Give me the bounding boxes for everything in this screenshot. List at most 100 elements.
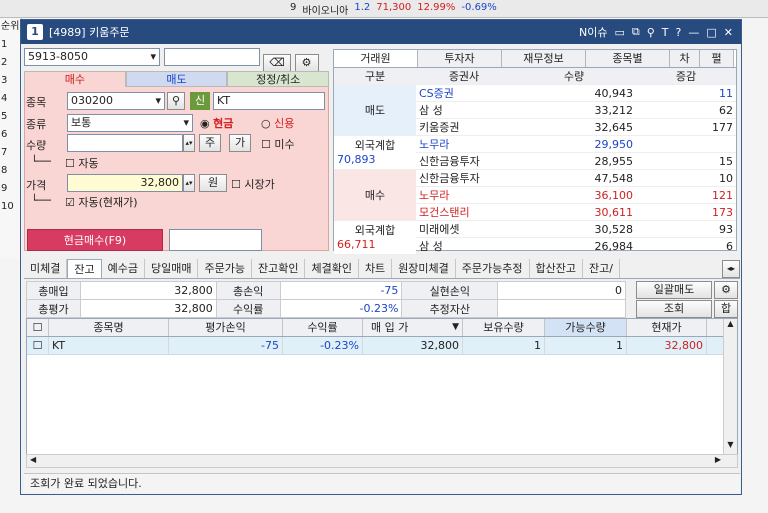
tab-fill-check[interactable]: 체결확인 bbox=[305, 259, 359, 278]
side-label: 7 bbox=[1, 147, 8, 158]
bulk-sell-button[interactable]: 일괄매도 bbox=[636, 281, 712, 299]
expand-button[interactable]: 펼 bbox=[700, 50, 734, 67]
col-holding[interactable]: 보유수량 bbox=[463, 319, 545, 336]
unfilled-checkbox[interactable]: ☐ 미수 bbox=[261, 136, 295, 152]
auto-qty-label: 자동 bbox=[78, 157, 99, 170]
query-button[interactable]: 조회 bbox=[636, 300, 712, 318]
help-icon[interactable]: ? bbox=[676, 26, 682, 39]
credit-radio[interactable]: ○ 신용 bbox=[261, 115, 294, 131]
tab-scroll-button[interactable]: ◂▸ bbox=[722, 260, 740, 278]
text-icon[interactable]: T bbox=[662, 26, 669, 39]
tab-chart[interactable]: 차트 bbox=[359, 259, 393, 278]
qty-price-button[interactable]: 가 bbox=[229, 134, 251, 152]
settings-button-2[interactable]: ⚙ bbox=[714, 281, 738, 299]
price-input[interactable]: 32,800 bbox=[67, 174, 183, 192]
pnl-value: -75 bbox=[279, 281, 403, 300]
gear-icon: ⚙ bbox=[301, 56, 312, 69]
order-tabs: 매수 매도 정정/취소 bbox=[24, 71, 330, 87]
tab-balance-check[interactable]: 잔고확인 bbox=[252, 259, 306, 278]
eraser-button[interactable]: ⌫ bbox=[263, 54, 291, 72]
qty-input[interactable] bbox=[67, 134, 183, 152]
col-current-price[interactable]: 현재가 bbox=[627, 319, 707, 336]
sum-button[interactable]: 합 bbox=[714, 300, 738, 318]
col-eval-pnl[interactable]: 평가손익 bbox=[169, 319, 283, 336]
row-rate: 12.99% bbox=[417, 2, 456, 13]
broker-change: 93 bbox=[636, 220, 736, 238]
balance-summary: 총매입 32,800 총손익 -75 실현손익 0 총평가 32,800 수익률… bbox=[26, 281, 738, 318]
account-number: 5913-8050 bbox=[28, 50, 88, 63]
tab-combined-balance[interactable]: 합산잔고 bbox=[530, 259, 584, 278]
price-stepper[interactable]: ▴▾ bbox=[183, 174, 195, 192]
tab-deposit[interactable]: 예수금 bbox=[102, 259, 145, 278]
stock-code-input[interactable]: 030200 ▾ bbox=[67, 92, 165, 110]
tab-balance-more[interactable]: 잔고/ bbox=[583, 259, 620, 278]
issue-button[interactable]: N이슈 bbox=[579, 24, 607, 40]
cash-buy-button[interactable]: 현금매수(F9) bbox=[27, 229, 163, 251]
tab-buy[interactable]: 매수 bbox=[24, 71, 126, 87]
select-all-checkbox[interactable]: ☐ bbox=[27, 319, 49, 336]
broker-name: 삼 성 bbox=[416, 101, 512, 119]
tab-sell[interactable]: 매도 bbox=[125, 71, 228, 87]
link-icon[interactable]: ⧉ bbox=[632, 25, 640, 39]
close-icon[interactable]: ✕ bbox=[724, 26, 733, 39]
broker-name: 신한금융투자 bbox=[416, 169, 512, 187]
col-return[interactable]: 수익률 bbox=[283, 319, 363, 336]
row-checkbox[interactable]: ☐ bbox=[27, 337, 49, 354]
broker-qty: 33,212 bbox=[512, 101, 636, 119]
broker-qty: 29,950 bbox=[512, 135, 636, 153]
cash-radio[interactable]: ◉ 현금 bbox=[200, 115, 233, 131]
horizontal-scrollbar[interactable]: ◀ ▶ bbox=[26, 454, 738, 468]
tab-daily-trade[interactable]: 당일매매 bbox=[145, 259, 199, 278]
qty-unit-button[interactable]: 주 bbox=[199, 134, 221, 152]
broker-qty: 47,548 bbox=[512, 169, 636, 187]
tab-modify-cancel[interactable]: 정정/취소 bbox=[227, 71, 330, 87]
tab-broker[interactable]: 거래원 bbox=[334, 50, 418, 67]
tab-unfilled[interactable]: 미체결 bbox=[24, 259, 68, 278]
side-label: 8 bbox=[1, 165, 8, 176]
account-row: 5913-8050 ▾ ⌫ ⚙ bbox=[24, 48, 319, 72]
broker-qty: 36,100 bbox=[512, 186, 636, 204]
tab-investor[interactable]: 투자자 bbox=[418, 50, 502, 67]
tab-orderable-estimate[interactable]: 주문가능추정 bbox=[456, 259, 530, 278]
market-price-checkbox[interactable]: ☐ 시장가 bbox=[231, 176, 275, 192]
price-label: 가격 bbox=[26, 179, 47, 192]
buy-foreign-value: 66,711 bbox=[337, 237, 376, 251]
side-label: 2 bbox=[1, 57, 8, 68]
pin-icon[interactable]: ⚲ bbox=[647, 26, 655, 39]
settings-button[interactable]: ⚙ bbox=[294, 54, 319, 72]
stock-name-field: KT bbox=[213, 92, 325, 110]
col-broker: 증권사 bbox=[416, 68, 512, 85]
col-buy-price[interactable]: 매 입 가 ▼ bbox=[363, 319, 463, 336]
minimize-icon[interactable]: — bbox=[688, 26, 699, 39]
price-unit-button[interactable]: 원 bbox=[199, 174, 227, 192]
search-button[interactable]: ⚲ bbox=[167, 92, 185, 110]
sell-label: 매도 bbox=[334, 84, 416, 136]
maximize-icon[interactable]: □ bbox=[706, 26, 716, 39]
vertical-scrollbar[interactable]: ▲ ▼ bbox=[723, 319, 737, 457]
order-type-select[interactable]: 보통 ▾ bbox=[67, 114, 193, 132]
row-value: 1.2 bbox=[354, 2, 371, 13]
account-select[interactable]: 5913-8050 ▾ bbox=[24, 48, 160, 66]
broker-change: 11 bbox=[636, 84, 736, 102]
auto-qty-checkbox[interactable]: ☐ 자동 bbox=[65, 155, 99, 171]
qty-stepper[interactable]: ▴▾ bbox=[183, 134, 195, 152]
broker-qty: 40,943 bbox=[512, 84, 636, 102]
background-toolbar: 9 바이오니아 1.2 71,300 12.99% -0.69% bbox=[0, 0, 768, 18]
tab-chart[interactable]: 차 bbox=[670, 50, 700, 67]
tab-financial[interactable]: 재무정보 bbox=[502, 50, 586, 67]
window-tile-icon[interactable]: ▭ bbox=[614, 26, 624, 39]
market-price-label: 시장가 bbox=[244, 178, 275, 191]
auto-current-price-checkbox[interactable]: ☑ 자동(현재가) bbox=[65, 194, 138, 210]
col-available[interactable]: 가능수량 bbox=[545, 319, 627, 336]
password-input[interactable] bbox=[163, 48, 260, 66]
tab-orderable[interactable]: 주문가능 bbox=[198, 259, 252, 278]
col-stock-name[interactable]: 종목명 bbox=[49, 319, 169, 336]
broker-name: 삼 성 bbox=[416, 237, 512, 255]
credit-label: 신용 bbox=[274, 117, 295, 130]
tab-balance[interactable]: 잔고 bbox=[67, 259, 102, 278]
side-label: 6 bbox=[1, 129, 8, 140]
tab-ledger-unfilled[interactable]: 원장미체결 bbox=[392, 259, 456, 278]
table-row[interactable]: ☐ KT -75 -0.23% 32,800 1 1 32,800 bbox=[27, 337, 737, 355]
title-bar[interactable]: 1 [4989] 키움주문 N이슈 ▭ ⧉ ⚲ T ? — □ ✕ bbox=[21, 20, 741, 44]
tab-by-stock[interactable]: 종목별 bbox=[586, 50, 670, 67]
